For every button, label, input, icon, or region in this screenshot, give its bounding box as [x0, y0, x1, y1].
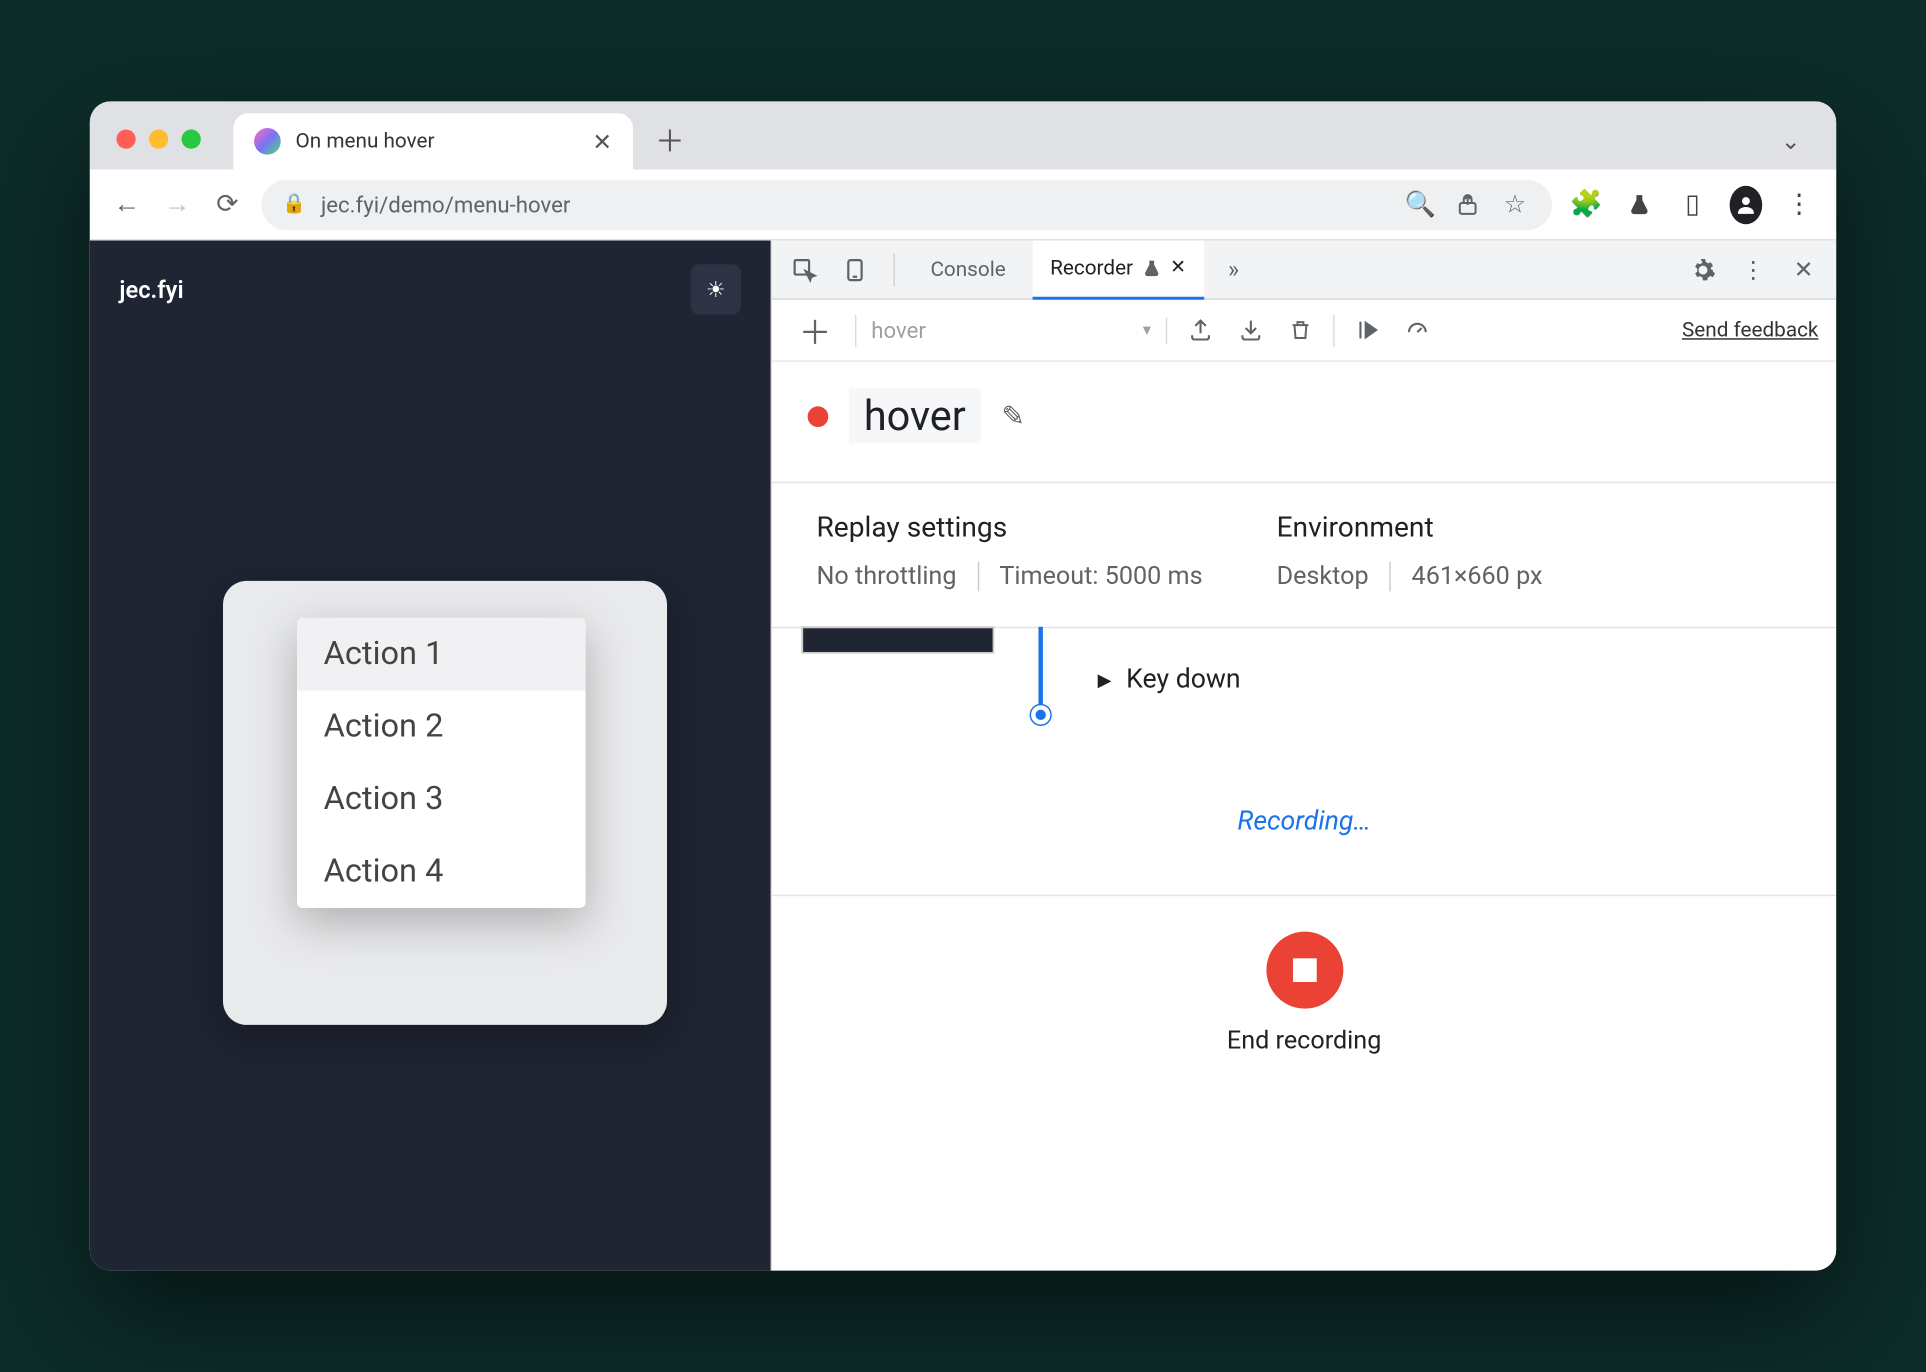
step-screenshot-thumb[interactable]	[802, 627, 994, 654]
site-name: jec.fyi	[119, 275, 183, 303]
recording-title[interactable]: hover	[849, 389, 981, 444]
replay-icon[interactable]	[1349, 317, 1385, 342]
browser-menu-button[interactable]: ⋮	[1783, 189, 1816, 220]
end-recording-label: End recording	[1227, 1026, 1381, 1056]
recording-select[interactable]: hover ▾	[871, 317, 1167, 344]
page-header: jec.fyi ☀	[90, 241, 771, 339]
zoom-out-icon[interactable]: 🔍	[1404, 189, 1437, 219]
lock-icon: 🔒	[282, 193, 306, 215]
share-icon[interactable]	[1451, 192, 1484, 216]
tab-label: Recorder	[1050, 256, 1133, 280]
expand-triangle-icon: ▶	[1098, 669, 1112, 690]
environment-settings: Environment Desktop 461×660 px	[1277, 510, 1543, 591]
tabs-dropdown-button[interactable]: ⌄	[1781, 127, 1801, 155]
devtools-close-icon[interactable]: ✕	[1783, 249, 1824, 290]
reader-icon[interactable]: ▯	[1676, 189, 1709, 220]
tab-console[interactable]: Console	[913, 241, 1024, 299]
replay-settings: Replay settings No throttling Timeout: 5…	[816, 510, 1202, 591]
devtools-tabbar: Console Recorder ✕ » ⋮ ✕	[772, 241, 1836, 300]
delete-icon[interactable]	[1283, 317, 1319, 342]
settings-icon[interactable]	[1682, 249, 1723, 290]
chevron-down-icon: ▾	[1143, 320, 1151, 339]
devtools-menu-icon[interactable]: ⋮	[1733, 249, 1774, 290]
tab-close-icon[interactable]: ✕	[1170, 257, 1186, 279]
browser-window: On menu hover ✕ ＋ ⌄ ← → ⟳ 🔒 jec.fyi/demo…	[90, 101, 1836, 1270]
inspect-element-icon[interactable]	[784, 249, 825, 290]
omnibox-actions: 🔍 ☆	[1404, 189, 1531, 219]
environment-size[interactable]: 461×660 px	[1412, 562, 1543, 592]
more-tabs-icon[interactable]: »	[1213, 249, 1254, 290]
window-close-button[interactable]	[116, 130, 135, 149]
recording-settings: Replay settings No throttling Timeout: 5…	[772, 482, 1836, 629]
recording-indicator-icon	[808, 406, 829, 427]
edit-title-icon[interactable]: ✎	[1001, 399, 1025, 433]
recording-select-value: hover	[871, 317, 926, 344]
tab-strip: On menu hover ✕ ＋ ⌄	[90, 101, 1836, 169]
sun-icon: ☀	[706, 276, 726, 303]
end-recording-button[interactable]	[1266, 932, 1343, 1009]
menu-item[interactable]: Action 3	[297, 763, 586, 836]
step-name: Key down	[1126, 664, 1241, 695]
theme-toggle-button[interactable]: ☀	[691, 264, 741, 314]
step-timeline	[1038, 627, 1042, 716]
tab-favicon-icon	[254, 128, 281, 155]
address-bar[interactable]: 🔒 jec.fyi/demo/menu-hover 🔍 ☆	[261, 179, 1552, 229]
browser-tab[interactable]: On menu hover ✕	[233, 113, 633, 169]
tab-recorder[interactable]: Recorder ✕	[1032, 241, 1204, 299]
menu-item[interactable]: Action 4	[297, 835, 586, 908]
tab-title: On menu hover	[296, 130, 435, 154]
star-icon[interactable]: ☆	[1499, 189, 1532, 219]
recording-title-row: hover ✎	[772, 362, 1836, 482]
environment-device[interactable]: Desktop	[1277, 562, 1369, 592]
window-maximize-button[interactable]	[182, 130, 201, 149]
tab-close-button[interactable]: ✕	[592, 127, 612, 155]
stop-icon	[1292, 958, 1316, 982]
steps-area: ▶ Key down Recording…	[772, 628, 1836, 894]
content-split: jec.fyi ☀ Hover me! Action 1 Action 2 Ac…	[90, 241, 1836, 1271]
tab-label: Console	[930, 258, 1005, 282]
extensions-icon[interactable]: 🧩	[1570, 189, 1603, 220]
new-recording-button[interactable]: ＋	[790, 306, 840, 353]
window-minimize-button[interactable]	[149, 130, 168, 149]
speed-icon[interactable]	[1400, 317, 1436, 342]
recording-status: Recording…	[772, 806, 1836, 837]
recorder-toolbar: ＋ hover ▾	[772, 300, 1836, 362]
reload-button[interactable]: ⟳	[211, 189, 244, 220]
step-row[interactable]: ▶ Key down	[1098, 664, 1241, 695]
devtools-panel: Console Recorder ✕ » ⋮ ✕ ＋	[771, 241, 1837, 1271]
replay-settings-heading: Replay settings	[816, 510, 1202, 544]
profile-avatar[interactable]	[1730, 185, 1763, 223]
extension-icons: 🧩 ▯ ⋮	[1570, 185, 1816, 223]
throttling-value[interactable]: No throttling	[816, 562, 956, 592]
environment-heading: Environment	[1277, 510, 1543, 544]
send-feedback-link[interactable]: Send feedback	[1682, 318, 1818, 342]
forward-button[interactable]: →	[161, 189, 194, 220]
back-button[interactable]: ←	[111, 189, 144, 220]
end-recording-area: End recording	[772, 895, 1836, 1092]
timeout-value[interactable]: Timeout: 5000 ms	[999, 562, 1202, 592]
timeline-node-icon	[1031, 705, 1050, 724]
menu-item[interactable]: Action 2	[297, 690, 586, 763]
url-text: jec.fyi/demo/menu-hover	[321, 191, 570, 218]
hover-menu: Action 1 Action 2 Action 3 Action 4	[297, 618, 586, 908]
window-controls	[116, 130, 200, 149]
flask-icon	[1142, 258, 1161, 279]
import-icon[interactable]	[1232, 317, 1268, 342]
web-page: jec.fyi ☀ Hover me! Action 1 Action 2 Ac…	[90, 241, 771, 1271]
export-icon[interactable]	[1182, 317, 1218, 342]
menu-item[interactable]: Action 1	[297, 618, 586, 691]
new-tab-button[interactable]: ＋	[648, 116, 692, 160]
labs-icon[interactable]	[1623, 191, 1656, 218]
toolbar: ← → ⟳ 🔒 jec.fyi/demo/menu-hover 🔍 ☆ 🧩 ▯	[90, 169, 1836, 240]
device-toggle-icon[interactable]	[834, 249, 875, 290]
